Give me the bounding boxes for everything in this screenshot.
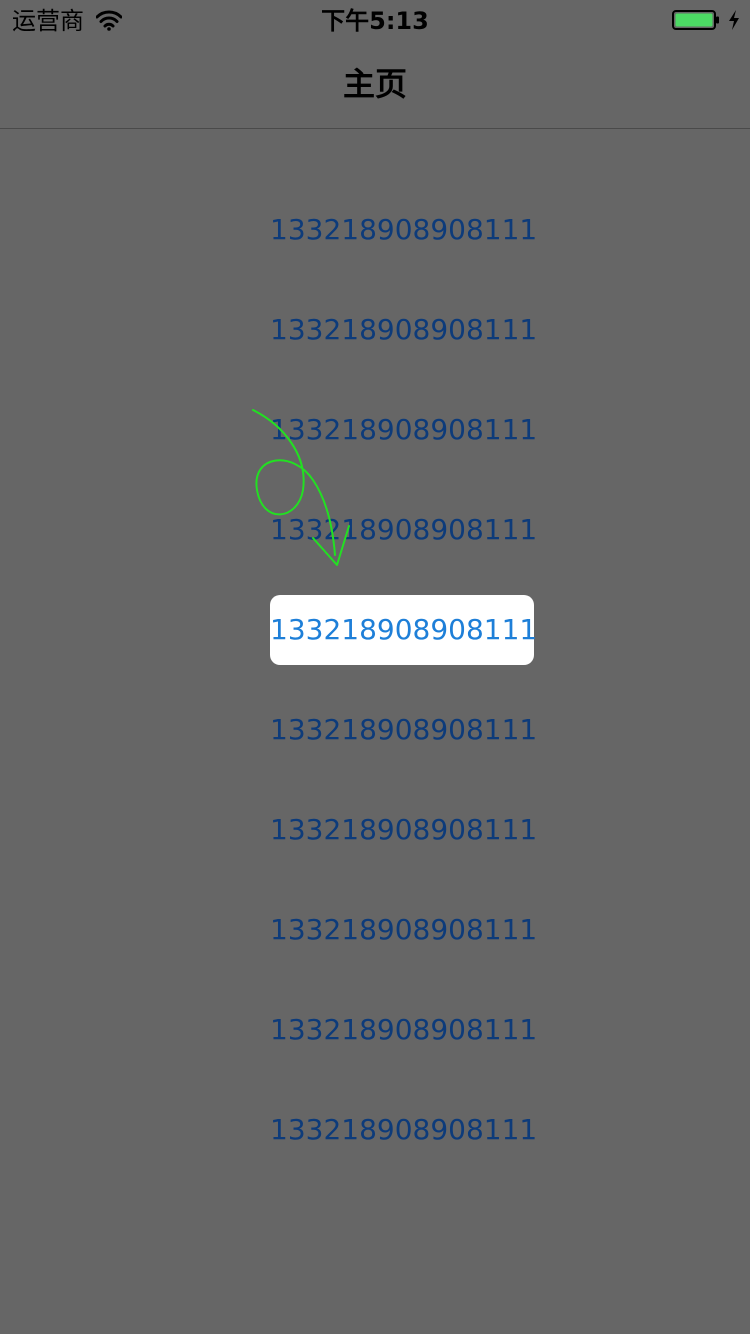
list-item[interactable]: 133218908908111 (270, 695, 537, 765)
list-item[interactable]: 133218908908111 (270, 295, 537, 365)
page-title: 主页 (342, 65, 407, 103)
list-item[interactable]: 133218908908111 (270, 995, 537, 1065)
status-time: 下午5:13 (321, 7, 429, 35)
list-item[interactable]: 133218908908111 (270, 795, 537, 865)
list-item[interactable]: 133218908908111 (270, 1095, 537, 1165)
list-item[interactable]: 133218908908111 (270, 495, 537, 565)
list-item-selected[interactable]: 133218908908111 (270, 595, 537, 665)
navigation-bar: 主页 (0, 40, 750, 129)
list-item[interactable]: 133218908908111 (270, 195, 537, 265)
list-item[interactable]: 133218908908111 (270, 395, 537, 465)
list-item[interactable]: 133218908908111 (270, 895, 537, 965)
charging-icon (729, 10, 739, 30)
status-bar: 运营商 下午5:13 (0, 0, 750, 40)
battery-icon (672, 10, 719, 30)
